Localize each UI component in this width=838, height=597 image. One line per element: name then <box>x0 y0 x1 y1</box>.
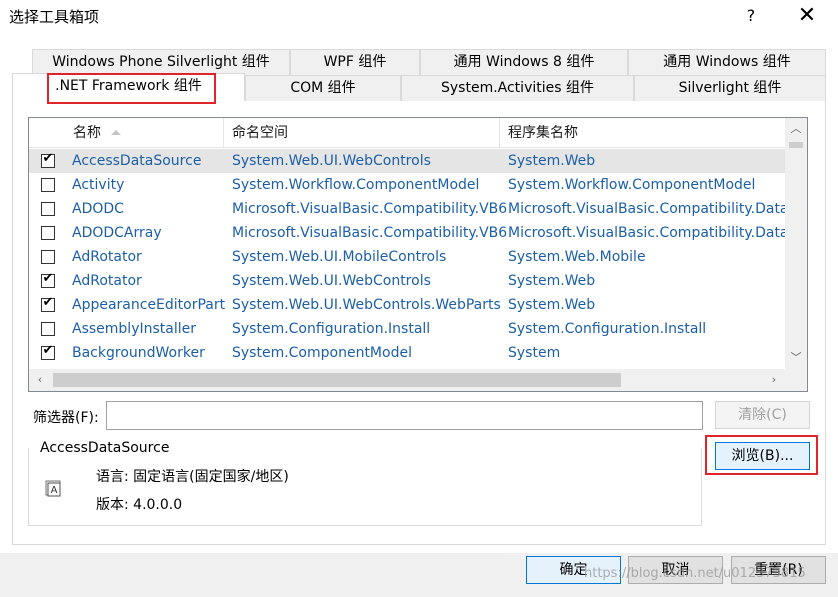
tab-universal-windows-8[interactable]: 通用 Windows 8 组件 <box>420 49 628 75</box>
cell-assembly: System.Web <box>508 153 596 169</box>
table-row[interactable]: AssemblyInstaller System.Configuration.In… <box>29 317 785 341</box>
table-row[interactable]: ✔ AccessDataSource System.Web.UI.WebContro… <box>29 149 785 173</box>
component-info-group <box>28 448 702 526</box>
table-row[interactable]: ADODC Microsoft.VisualBasic.Compatibility… <box>29 197 789 221</box>
table-row[interactable]: ✔ BackgroundWorker System.ComponentModel Sy… <box>29 341 785 365</box>
tab-com[interactable]: COM 组件 <box>245 75 401 101</box>
horizontal-scroll-thumb[interactable] <box>53 373 621 387</box>
cell-name: AdRotator <box>72 273 142 289</box>
row-checkbox[interactable] <box>41 322 55 336</box>
table-row[interactable]: Activity System.Workflow.ComponentModel Sy… <box>29 173 785 197</box>
reset-button[interactable]: 重置(R) <box>731 556 826 584</box>
cell-namespace: System.Configuration.Install <box>232 321 431 337</box>
window-title: 选择工具箱项 <box>9 8 100 26</box>
cell-namespace: System.Web.UI.WebControls <box>232 153 431 169</box>
tab-universal-windows[interactable]: 通用 Windows 组件 <box>628 49 826 75</box>
checkmark-icon: ✔ <box>42 271 54 286</box>
cell-namespace: System.Web.UI.WebControls.WebParts <box>232 297 501 313</box>
cell-namespace: System.ComponentModel <box>232 345 412 361</box>
scroll-left-icon[interactable]: ‹ <box>29 369 51 391</box>
checkmark-icon: ✔ <box>42 295 54 310</box>
cell-assembly: Microsoft.VisualBasic.Compatibility.Data <box>508 225 789 241</box>
cancel-button[interactable]: 取消 <box>628 556 723 584</box>
assembly-icon: A <box>45 480 61 497</box>
cell-namespace: System.Web.UI.MobileControls <box>232 249 447 265</box>
row-checkbox[interactable]: ✔ <box>41 343 55 360</box>
cell-name: AdRotator <box>72 249 142 265</box>
version-info: 版本: 4.0.0.0 <box>96 497 183 513</box>
cell-name: AssemblyInstaller <box>72 321 196 337</box>
browse-button[interactable]: 浏览(B)... <box>715 442 810 470</box>
filter-input[interactable] <box>106 401 703 430</box>
cell-name: Activity <box>72 177 125 193</box>
scroll-right-icon[interactable]: › <box>763 369 785 391</box>
table-row[interactable]: ✔ AppearanceEditorPart System.Web.UI.WebCo… <box>29 293 785 317</box>
cell-namespace: System.Web.UI.WebControls <box>232 273 431 289</box>
table-row[interactable]: AdRotator System.Web.UI.MobileControls Sys… <box>29 245 785 269</box>
table-row[interactable]: ✔ AdRotator System.Web.UI.WebControls Syste… <box>29 269 785 293</box>
language-info: 语言: 固定语言(固定国家/地区) <box>96 469 289 485</box>
tab-silverlight[interactable]: Silverlight 组件 <box>634 75 826 101</box>
cell-assembly: System.Configuration.Install <box>508 321 707 337</box>
scroll-down-icon[interactable]: ﹀ <box>785 347 807 369</box>
row-checkbox[interactable] <box>41 202 55 216</box>
cell-assembly: System.Workflow.ComponentModel <box>508 177 756 193</box>
filter-label: 筛选器(F): <box>33 410 99 426</box>
tab-net-framework[interactable]: .NET Framework 组件 <box>12 73 245 101</box>
sort-ascending-icon <box>111 130 121 135</box>
row-checkbox[interactable]: ✔ <box>41 151 55 168</box>
row-checkbox[interactable]: ✔ <box>41 271 55 288</box>
vertical-scrollbar[interactable]: ︿ ﹀ <box>785 118 807 369</box>
cell-name: BackgroundWorker <box>72 345 205 361</box>
cell-name: ADODC <box>72 201 124 217</box>
column-header-assembly[interactable]: 程序集名称 <box>500 118 785 148</box>
cell-assembly: System <box>508 345 561 361</box>
scrollbar-corner <box>785 369 807 391</box>
cell-namespace: Microsoft.VisualBasic.Compatibility.VB6 <box>232 201 508 217</box>
row-checkbox[interactable] <box>41 178 55 192</box>
checkmark-icon: ✔ <box>42 343 54 358</box>
vertical-scroll-thumb[interactable] <box>789 142 803 148</box>
ok-button[interactable]: 确定 <box>526 556 621 584</box>
component-info-title: AccessDataSource <box>40 440 174 456</box>
cell-assembly: System.Web <box>508 297 596 313</box>
column-header-name[interactable]: 名称 <box>29 118 224 148</box>
horizontal-scrollbar[interactable]: ‹ › <box>29 369 785 391</box>
cell-assembly: Microsoft.VisualBasic.Compatibility.Data <box>508 201 789 217</box>
column-header-namespace[interactable]: 命名空间 <box>224 118 500 148</box>
table-row[interactable]: ADODCArray Microsoft.VisualBasic.Compatib… <box>29 221 789 245</box>
cell-name: AppearanceEditorPart <box>72 297 226 313</box>
column-header-assembly-label: 程序集名称 <box>508 125 578 141</box>
checkmark-icon: ✔ <box>42 151 54 166</box>
column-header-namespace-label: 命名空间 <box>232 125 288 141</box>
cell-assembly: System.Web <box>508 273 596 289</box>
row-checkbox[interactable] <box>41 250 55 264</box>
clear-button[interactable]: 清除(C) <box>715 401 810 429</box>
column-header-name-label: 名称 <box>73 125 101 141</box>
cell-name: ADODCArray <box>72 225 162 241</box>
tab-system-activities[interactable]: System.Activities 组件 <box>401 75 634 101</box>
tab-wpf[interactable]: WPF 组件 <box>290 49 420 75</box>
cell-namespace: Microsoft.VisualBasic.Compatibility.VB6 <box>232 225 508 241</box>
row-checkbox[interactable] <box>41 226 55 240</box>
help-button[interactable]: ? <box>736 2 766 30</box>
components-list[interactable]: 名称 命名空间 程序集名称 ✔ AccessDataSource System.We… <box>28 117 808 392</box>
row-checkbox[interactable]: ✔ <box>41 295 55 312</box>
title-bar: 选择工具箱项 ? ✕ <box>0 0 838 34</box>
svg-text:A: A <box>51 485 58 496</box>
tab-windows-phone-silverlight[interactable]: Windows Phone Silverlight 组件 <box>32 49 290 75</box>
list-header: 名称 命名空间 程序集名称 <box>29 118 785 148</box>
cell-name: AccessDataSource <box>72 153 202 169</box>
close-button[interactable]: ✕ <box>792 2 822 30</box>
scroll-up-icon[interactable]: ︿ <box>785 118 807 140</box>
cell-assembly: System.Web.Mobile <box>508 249 646 265</box>
cell-namespace: System.Workflow.ComponentModel <box>232 177 480 193</box>
